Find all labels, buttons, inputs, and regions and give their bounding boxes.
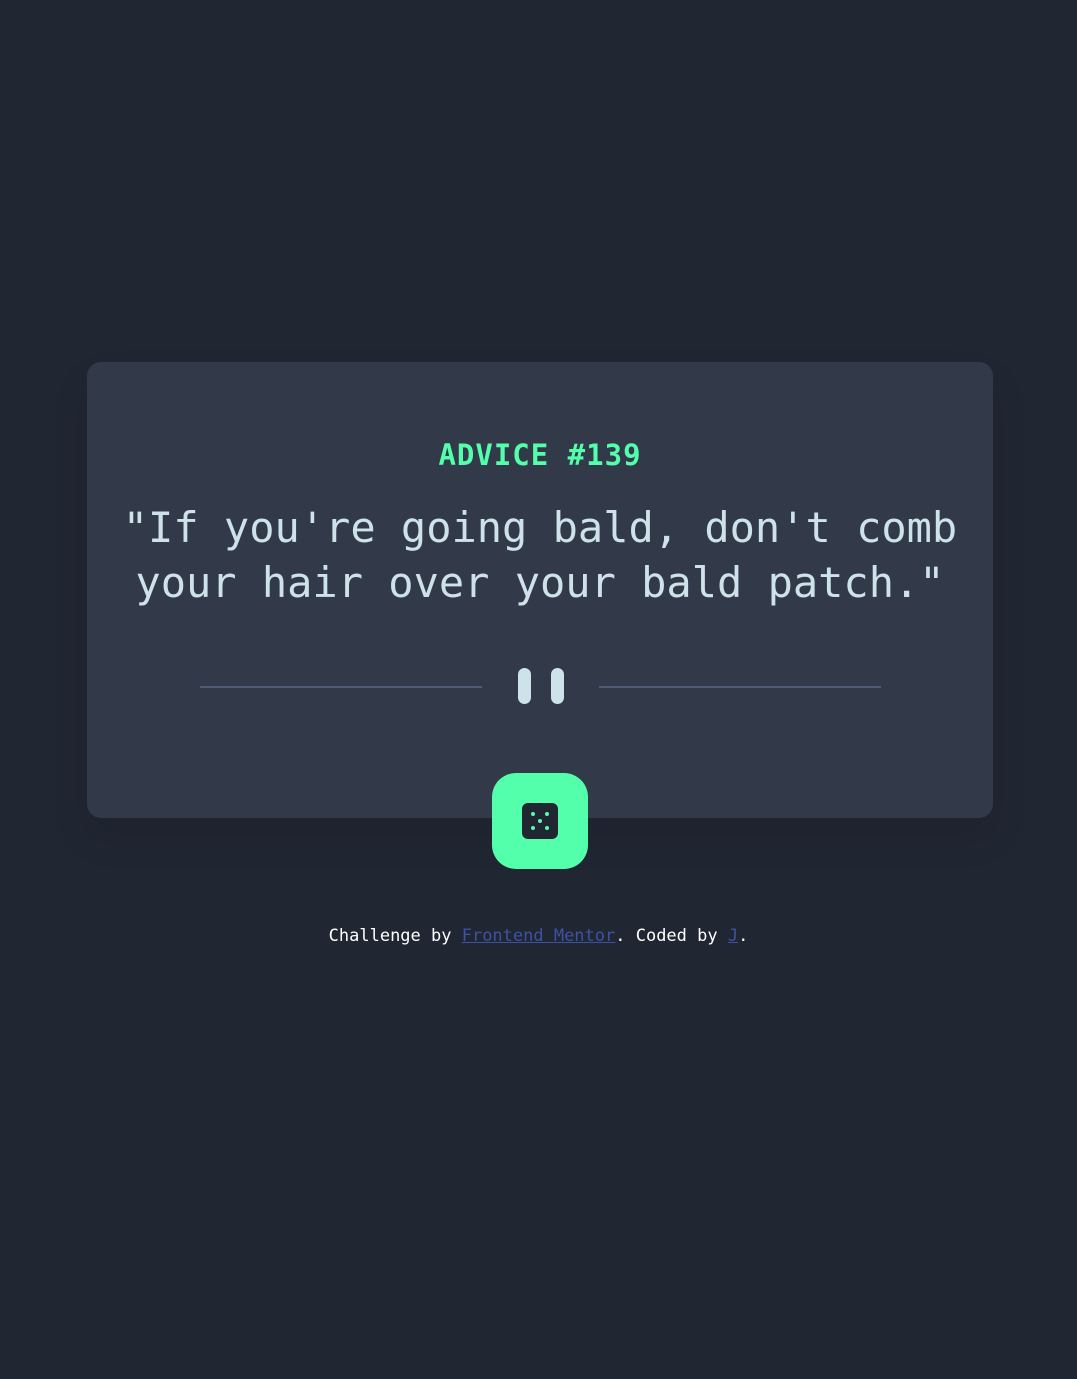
dice-pip <box>538 819 542 823</box>
attribution-challenge-text: Challenge by <box>328 926 462 946</box>
advice-quote-line: "If you're going bald, don't comb <box>122 503 958 552</box>
attribution-coded-text: . Coded by <box>615 926 728 946</box>
attribution-suffix: . <box>738 926 749 946</box>
divider-line-left <box>200 686 482 688</box>
pattern-divider <box>200 668 881 704</box>
dice-button[interactable] <box>492 773 588 869</box>
dice-pip <box>531 826 535 830</box>
frontend-mentor-link[interactable]: Frontend Mentor <box>462 926 616 946</box>
dice-pip <box>545 812 549 816</box>
author-link[interactable]: J <box>728 926 738 946</box>
divider-line-right <box>599 686 881 688</box>
advice-card: ADVICE #139 "If you're going bald, don't… <box>87 362 993 818</box>
dice-pip <box>545 826 549 830</box>
advice-quote-line: your hair over your bald patch." <box>135 558 945 607</box>
pause-bar <box>518 668 531 704</box>
advice-id: ADVICE #139 <box>438 438 642 473</box>
dice-pip <box>531 812 535 816</box>
advice-quote: "If you're going bald, don't comb your h… <box>117 500 963 610</box>
attribution: Challenge by Frontend Mentor. Coded by J… <box>0 925 1077 947</box>
pause-icon <box>518 668 564 704</box>
pause-bar <box>551 668 564 704</box>
dice-icon <box>522 803 558 839</box>
